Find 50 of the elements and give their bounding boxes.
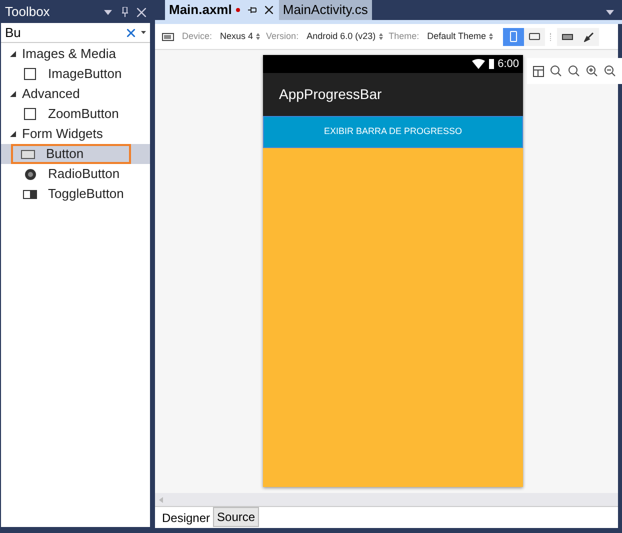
toolbar-dropdown[interactable]: Android 6.0 (v23) [306,30,383,44]
group-header[interactable]: Form Widgets [22,124,103,144]
radio-icon [24,168,36,180]
search-field[interactable]: Bu [5,22,127,42]
app-title: AppProgressBar [279,85,382,104]
field-label: Device: [182,30,212,43]
horizontal-scrollbar[interactable] [155,493,618,506]
screen-button[interactable] [557,28,578,46]
group-header[interactable]: Images & Media [22,44,116,64]
zoom-in-icon[interactable] [586,65,598,77]
wifi-icon [472,59,485,69]
toolbox-item[interactable]: ImageButton [1,64,150,84]
toolbox-item[interactable]: ToggleButton [1,184,150,204]
zoom-icon[interactable] [550,65,562,77]
toggle-icon [23,190,37,198]
clear-icon[interactable] [127,28,135,36]
dropdown-icon[interactable] [141,31,146,34]
zoom-out-icon[interactable] [604,65,616,77]
collapse-icon[interactable] [10,131,16,137]
battery-icon [488,59,494,69]
toolbox-item[interactable]: Button [1,144,150,164]
document-tab[interactable]: MainActivity.cs [278,0,372,20]
group-header[interactable]: Advanced [22,84,80,104]
landscape-button[interactable] [524,28,546,46]
toolbox-item[interactable]: RadioButton [1,164,150,184]
close-icon[interactable] [264,6,273,14]
brush-button[interactable] [578,28,600,46]
pin-icon[interactable] [248,6,257,14]
zoom-icon[interactable] [568,65,580,77]
square-icon [24,108,36,120]
dropdown-icon[interactable] [104,10,112,14]
layout-icon[interactable] [533,66,544,76]
collapse-icon[interactable] [10,91,16,97]
document-tab[interactable]: Main.axml [165,0,279,20]
field-label: Version: [266,30,299,43]
field-label: Theme: [388,30,420,43]
toolbox-item[interactable]: ZoomButton [1,104,150,124]
panel-title: Toolbox [5,3,51,22]
collapse-icon[interactable] [10,51,16,57]
button-icon [21,150,35,158]
toolbar-dropdown[interactable]: Default Theme [427,30,494,44]
spinner-icon [489,33,494,40]
spinner-icon [256,33,260,40]
square-icon [24,68,36,80]
device-icon [162,32,174,40]
dropdown-icon[interactable] [606,10,614,15]
spinner-icon [378,33,383,40]
clock-text: 6:00 [498,56,519,72]
view-tab[interactable]: Source [213,507,260,527]
toolbar-dropdown[interactable]: Nexus 4 [220,30,260,44]
